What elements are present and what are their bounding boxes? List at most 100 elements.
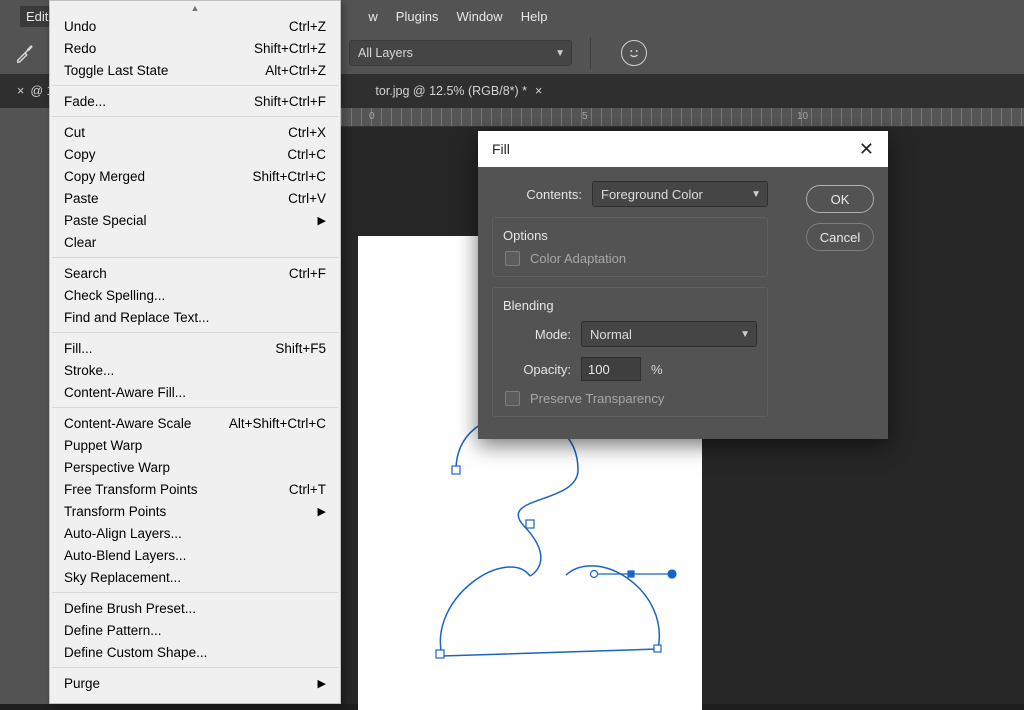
- menu-item-label: Define Pattern...: [64, 623, 162, 638]
- menu-item-label: Free Transform Points: [64, 482, 198, 497]
- menu-separator: [52, 592, 338, 593]
- menu-item-label: Redo: [64, 41, 96, 56]
- menu-item[interactable]: Content-Aware Fill...: [50, 381, 340, 403]
- menu-separator: [52, 667, 338, 668]
- menu-help[interactable]: Help: [521, 9, 548, 24]
- ruler-tick: 10: [797, 111, 808, 122]
- menu-item[interactable]: Sky Replacement...: [50, 566, 340, 588]
- preserve-transparency-checkbox[interactable]: [505, 391, 520, 406]
- menu-item[interactable]: Define Custom Shape...: [50, 641, 340, 663]
- dialog-titlebar[interactable]: Fill ✕: [478, 131, 888, 167]
- menu-window[interactable]: Window: [456, 9, 502, 24]
- menu-item[interactable]: Purge▶: [50, 672, 340, 694]
- mode-label: Mode:: [503, 327, 571, 342]
- menu-item-shortcut: Ctrl+Z: [289, 19, 326, 34]
- menu-separator: [52, 257, 338, 258]
- chevron-down-icon: ▼: [740, 329, 750, 340]
- toolbox[interactable]: [0, 108, 43, 704]
- menu-item[interactable]: Content-Aware Scale Alt+Shift+Ctrl+C: [50, 412, 340, 434]
- menu-item[interactable]: Fade...Shift+Ctrl+F: [50, 90, 340, 112]
- combo-value: Normal: [590, 327, 632, 342]
- menu-item[interactable]: Copy MergedShift+Ctrl+C: [50, 165, 340, 187]
- eyedropper-icon: [14, 42, 36, 64]
- menu-item-shortcut: Shift+Ctrl+Z: [254, 41, 326, 56]
- menu-separator: [52, 85, 338, 86]
- menu-item[interactable]: Search Ctrl+F: [50, 262, 340, 284]
- close-icon[interactable]: ×: [17, 84, 24, 98]
- menu-item-label: Auto-Blend Layers...: [64, 548, 186, 563]
- ruler-tick: 5: [582, 111, 588, 122]
- combo-label: All Layers: [358, 46, 413, 60]
- menu-item[interactable]: Copy Ctrl+C: [50, 143, 340, 165]
- menu-item[interactable]: UndoCtrl+Z: [50, 15, 340, 37]
- menu-item[interactable]: Define Pattern...: [50, 619, 340, 641]
- combo-value: Foreground Color: [601, 187, 703, 202]
- close-icon[interactable]: ×: [535, 84, 542, 98]
- menu-separator: [52, 407, 338, 408]
- ok-button[interactable]: OK: [806, 185, 874, 213]
- mode-combo[interactable]: Normal ▼: [581, 321, 757, 347]
- opacity-input[interactable]: 100: [581, 357, 641, 381]
- menu-item-shortcut: Ctrl+F: [289, 266, 326, 281]
- menu-item[interactable]: Clear: [50, 231, 340, 253]
- menu-item-label: Cut: [64, 125, 85, 140]
- menu-item-label: Paste: [64, 191, 99, 206]
- menu-item[interactable]: Paste Special▶: [50, 209, 340, 231]
- panel-title: Blending: [503, 298, 757, 313]
- menu-item[interactable]: Redo Shift+Ctrl+Z: [50, 37, 340, 59]
- menu-item-label: Puppet Warp: [64, 438, 142, 453]
- menu-item[interactable]: Auto-Blend Layers...: [50, 544, 340, 566]
- menu-item[interactable]: Free Transform Points Ctrl+T: [50, 478, 340, 500]
- color-adaptation-label: Color Adaptation: [530, 251, 626, 266]
- menu-item[interactable]: Stroke...: [50, 359, 340, 381]
- menu-item[interactable]: PasteCtrl+V: [50, 187, 340, 209]
- color-adaptation-checkbox: [505, 251, 520, 266]
- menu-item[interactable]: Fill...Shift+F5: [50, 337, 340, 359]
- menu-item[interactable]: Check Spelling...: [50, 284, 340, 306]
- all-layers-combo[interactable]: All Layers ▼: [349, 40, 572, 66]
- menu-item-label: Check Spelling...: [64, 288, 165, 303]
- menu-item[interactable]: Cut Ctrl+X: [50, 121, 340, 143]
- submenu-arrow-icon: ▶: [318, 214, 326, 227]
- menu-item-shortcut: Shift+F5: [275, 341, 326, 356]
- menu-item-shortcut: Ctrl+C: [287, 147, 326, 162]
- edit-menu-dropdown[interactable]: ▲ UndoCtrl+Z Redo Shift+Ctrl+Z Toggle Last …: [49, 0, 341, 704]
- submenu-arrow-icon: ▶: [318, 677, 326, 690]
- menu-item[interactable]: Transform Points ▶: [50, 500, 340, 522]
- menu-item[interactable]: Perspective Warp: [50, 456, 340, 478]
- options-panel: Options Color Adaptation: [492, 217, 768, 277]
- menu-item-label: Transform Points: [64, 504, 166, 519]
- ruler-tick: 0: [369, 111, 375, 122]
- menu-plugins[interactable]: Plugins: [396, 9, 439, 24]
- cancel-button[interactable]: Cancel: [806, 223, 874, 251]
- preserve-transparency-label: Preserve Transparency: [530, 391, 664, 406]
- blending-panel: Blending Mode: Normal ▼ Opacity: 100 % P…: [492, 287, 768, 417]
- percent-label: %: [651, 362, 663, 377]
- close-icon[interactable]: ✕: [859, 139, 874, 160]
- chevron-down-icon: ▼: [555, 48, 565, 59]
- menu-item[interactable]: Puppet Warp: [50, 434, 340, 456]
- menu-item[interactable]: Find and Replace Text...: [50, 306, 340, 328]
- menu-item-label: Content-Aware Scale: [64, 416, 191, 431]
- menu-item[interactable]: Define Brush Preset...: [50, 597, 340, 619]
- document-tab-right[interactable]: tor.jpg @ 12.5% (RGB/8*) * ×: [365, 74, 552, 108]
- menu-item-shortcut: Ctrl+X: [288, 125, 326, 140]
- contents-combo[interactable]: Foreground Color ▼: [592, 181, 768, 207]
- menu-item-label: Define Custom Shape...: [64, 645, 207, 660]
- menu-item-label: Search: [64, 266, 107, 281]
- menu-separator: [52, 116, 338, 117]
- menu-item[interactable]: Auto-Align Layers...: [50, 522, 340, 544]
- menu-item-label: Clear: [64, 235, 96, 250]
- menu-item-label: Copy: [64, 147, 96, 162]
- share-feedback-icon[interactable]: [621, 40, 647, 66]
- menu-separator: [52, 332, 338, 333]
- menu-item-label: Define Brush Preset...: [64, 601, 196, 616]
- menu-item-shortcut: Shift+Ctrl+C: [252, 169, 326, 184]
- menu-item[interactable]: Toggle Last StateAlt+Ctrl+Z: [50, 59, 340, 81]
- submenu-arrow-icon: ▶: [318, 505, 326, 518]
- menu-item-label: Sky Replacement...: [64, 570, 181, 585]
- menu-w-fragment[interactable]: w: [368, 9, 377, 24]
- menu-item-shortcut: Alt+Shift+Ctrl+C: [229, 416, 326, 431]
- scroll-up-icon[interactable]: ▲: [50, 1, 340, 15]
- menu-item-shortcut: Ctrl+T: [289, 482, 326, 497]
